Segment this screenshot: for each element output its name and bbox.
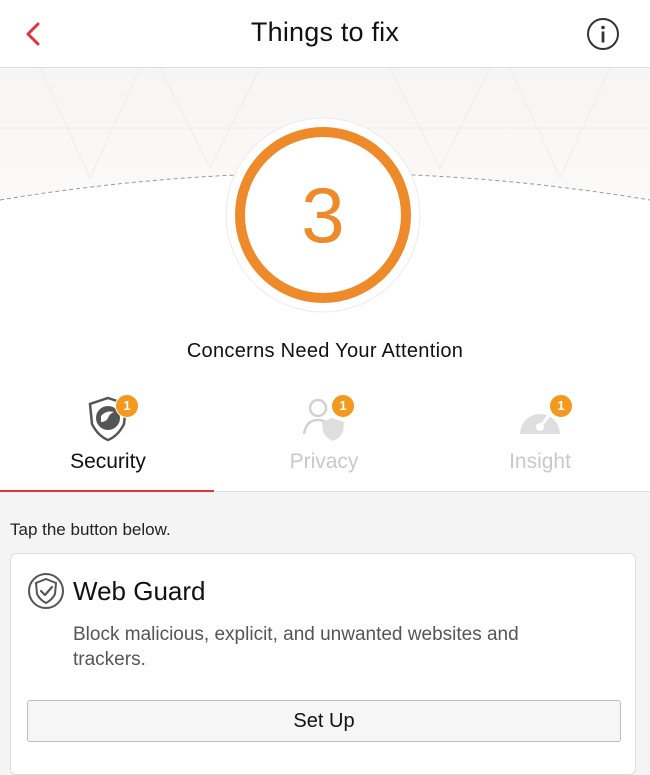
instruction-text: Tap the button below. [10, 520, 171, 539]
privacy-badge: 1 [331, 394, 355, 418]
tab-insight[interactable]: 1 Insight [432, 380, 648, 492]
info-circle-icon [587, 18, 619, 50]
insight-badge: 1 [549, 394, 573, 418]
info-button[interactable] [586, 17, 620, 51]
tab-privacy-label: Privacy [289, 450, 359, 473]
concerns-message: Concerns Need Your Attention [186, 340, 464, 362]
tab-security[interactable]: 1 Security [0, 380, 216, 493]
tab-privacy[interactable]: 1 Privacy [216, 380, 432, 492]
web-guard-shield-icon [28, 573, 64, 609]
nav-bar: Things to fix [0, 0, 650, 68]
tab-security-label: Security [70, 450, 146, 473]
category-tabs: 1 Security 1 Privacy 1 Insight [0, 380, 650, 493]
card-title: Web Guard [73, 576, 206, 606]
page-title: Things to fix [250, 17, 400, 47]
web-guard-card: Web Guard Block malicious, explicit, and… [10, 553, 636, 775]
concern-count: 3 [301, 171, 345, 259]
card-description: Block malicious, explicit, and unwanted … [73, 624, 519, 670]
tab-insight-label: Insight [509, 450, 571, 473]
summary-section: 3 Concerns Need Your Attention [0, 68, 650, 380]
concern-count-ring: 3 [224, 116, 422, 314]
set-up-button[interactable]: Set Up [27, 700, 621, 742]
security-badge: 1 [115, 394, 139, 418]
security-content: Tap the button below. Web Guard Block ma… [0, 492, 650, 775]
